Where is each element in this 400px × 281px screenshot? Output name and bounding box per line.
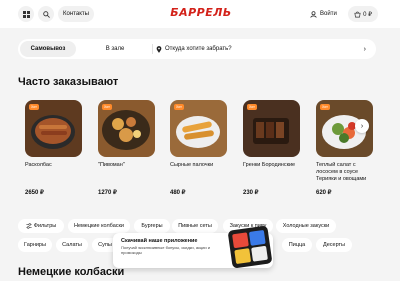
promo-title: Скачивай наше приложение [121, 238, 198, 244]
chip-label: Фильтры [33, 223, 57, 229]
product-price: 2650 ₽ [25, 190, 44, 196]
product-price: 480 ₽ [170, 190, 186, 196]
app-promo-banner[interactable]: Скачивай наше приложение Получай эксклюз… [113, 225, 273, 269]
product-card[interactable]: Хит Теплый салат с лососем в соусе Терия… [316, 100, 373, 196]
popular-section-title: Часто заказывают [18, 76, 119, 88]
tab-pickup[interactable]: Самовывоз [20, 41, 76, 57]
product-image: Хит [98, 100, 155, 157]
delivery-mode-bar: Самовывоз В зале Откуда хотите забрать? … [18, 39, 376, 59]
product-price: 620 ₽ [316, 190, 332, 196]
top-header: Контакты БАРРЕЛЬ Войти 0 ₽ [0, 0, 400, 28]
login-button[interactable]: Войти [310, 6, 337, 22]
cart-button[interactable]: 0 ₽ [348, 6, 378, 22]
contacts-button[interactable]: Контакты [58, 6, 94, 22]
app-phone-illustration [227, 225, 273, 269]
tab-in-hall[interactable]: В зале [80, 41, 150, 57]
section-title-german-sausages: Немецкие колбаски [18, 266, 125, 278]
menu-grid-button[interactable] [18, 6, 34, 22]
app-tile [232, 232, 249, 249]
hit-badge: Хит [174, 104, 184, 110]
product-card[interactable]: Хит Сырные палочки 480 ₽ [170, 100, 227, 196]
divider [152, 44, 153, 54]
product-image: Хит [243, 100, 300, 157]
carousel-next-button[interactable]: › [355, 119, 369, 133]
login-label: Войти [320, 11, 337, 17]
category-chip[interactable]: Гарниры [18, 238, 52, 252]
category-chip[interactable]: Пицца [282, 238, 312, 252]
product-name: Сырные палочки [170, 162, 214, 168]
product-price: 1270 ₽ [98, 190, 117, 196]
chevron-right-icon: › [360, 122, 364, 130]
hit-badge: Хит [320, 104, 330, 110]
app-tile [234, 248, 252, 265]
product-card[interactable]: Хит "Пивоман" 1270 ₽ [98, 100, 155, 196]
product-name: Теплый салат с лососем в соусе Терияки и… [316, 162, 367, 182]
product-name: "Пивоман" [98, 162, 125, 168]
category-chip[interactable]: Десерты [316, 238, 352, 252]
product-image: Хит [170, 100, 227, 157]
category-chip[interactable]: Салаты [56, 238, 88, 252]
cart-icon [354, 11, 361, 17]
product-card[interactable]: Хит Расколбас 2650 ₽ [25, 100, 82, 196]
hit-badge: Хит [247, 104, 257, 110]
filters-button[interactable]: Фильтры [18, 219, 64, 233]
promo-text: Получай эксклюзивные бонусы, скидки, акц… [121, 245, 210, 255]
pickup-address-field[interactable]: Откуда хотите забрать? › [156, 41, 370, 57]
app-tile [251, 245, 268, 262]
chevron-right-icon: › [363, 45, 366, 53]
hit-badge: Хит [29, 104, 39, 110]
product-card[interactable]: Хит Гренки Бородинские 230 ₽ [243, 100, 300, 196]
address-placeholder: Откуда хотите забрать? [165, 46, 232, 52]
category-chip[interactable]: Холодные закуски [276, 219, 336, 233]
product-name: Расколбас [25, 162, 52, 168]
brand-logo[interactable]: БАРРЕЛЬ [170, 6, 232, 20]
cart-total: 0 ₽ [363, 11, 372, 18]
search-icon [42, 10, 50, 18]
search-button[interactable] [38, 6, 54, 22]
category-chip[interactable]: Пивные сеты [172, 219, 218, 233]
location-pin-icon [156, 45, 162, 53]
user-icon [310, 10, 317, 18]
app-tile [248, 229, 266, 246]
product-name: Гренки Бородинские [243, 162, 296, 168]
product-price: 230 ₽ [243, 190, 259, 196]
hit-badge: Хит [102, 104, 112, 110]
category-chip[interactable]: Бургеры [134, 219, 170, 233]
product-image: Хит [25, 100, 82, 157]
filter-icon [26, 223, 32, 229]
grid-icon [22, 10, 30, 18]
category-chip[interactable]: Немецкие колбаски [68, 219, 130, 233]
